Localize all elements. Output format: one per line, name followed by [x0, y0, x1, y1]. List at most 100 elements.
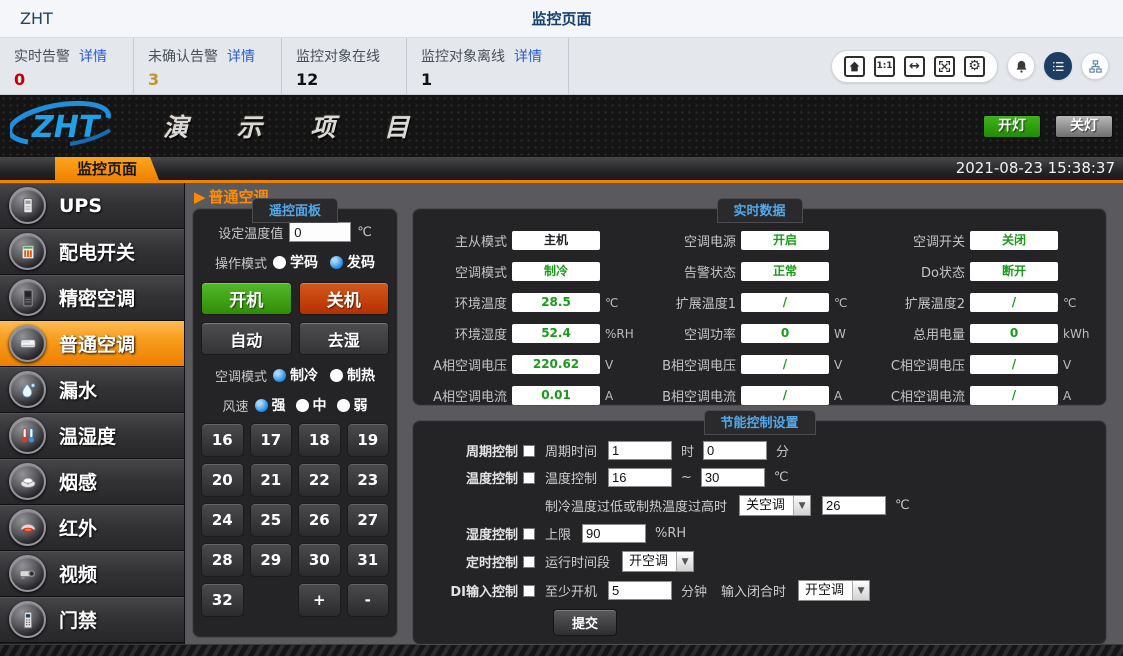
realtime-field: 环境温度 28.5 ℃ — [413, 293, 642, 312]
detail-link[interactable]: 详情 — [79, 46, 107, 66]
keypad-button[interactable]: 21 — [250, 463, 293, 497]
keypad-button[interactable]: 17 — [250, 423, 293, 457]
sidebar-item-normal-ac[interactable]: 普通空调 — [0, 321, 184, 367]
timer-control-row: 定时控制 运行时间段 开空调▼ — [435, 551, 1106, 572]
field-value: 断开 — [970, 262, 1058, 281]
keypad-button[interactable]: 18 — [298, 423, 341, 457]
keypad-button[interactable]: 23 — [347, 463, 390, 497]
humidity-control-checkbox[interactable] — [523, 528, 535, 540]
keypad-button[interactable]: 20 — [201, 463, 244, 497]
keypad-button[interactable]: 22 — [298, 463, 341, 497]
keypad-button[interactable]: 19 — [347, 423, 390, 457]
keypad-button[interactable]: 27 — [347, 503, 390, 537]
keypad-button[interactable]: + — [298, 583, 341, 617]
di-control-checkbox[interactable] — [523, 585, 535, 597]
field-value: / — [970, 355, 1058, 374]
keypad-button[interactable]: 16 — [201, 423, 244, 457]
fan-speed-option[interactable]: 中 — [296, 395, 327, 415]
toolbar-icons: 1:1 ↔ ⚙ — [831, 38, 1109, 94]
keypad-button[interactable]: 25 — [250, 503, 293, 537]
dehumidify-button[interactable]: 去湿 — [299, 322, 390, 355]
di-min-runtime-input[interactable] — [608, 581, 672, 600]
bell-icon[interactable] — [1007, 52, 1035, 80]
keypad-button[interactable]: 29 — [250, 543, 293, 577]
set-temp-input[interactable] — [289, 222, 351, 242]
realtime-field: B相空调电流 / A — [642, 386, 871, 405]
field-value: 关闭 — [970, 231, 1058, 250]
topology-icon[interactable] — [1081, 52, 1109, 80]
keypad-button[interactable]: 30 — [298, 543, 341, 577]
sidebar-item-ups[interactable]: UPS — [0, 183, 184, 229]
fan-speed-option[interactable]: 强 — [255, 395, 286, 415]
fullscreen-icon[interactable] — [934, 56, 955, 77]
field-label: 总用电量 — [871, 324, 965, 343]
temp-high-input[interactable] — [701, 468, 765, 487]
keypad-button[interactable]: 26 — [298, 503, 341, 537]
detail-link[interactable]: 详情 — [514, 46, 542, 66]
field-unit: kWh — [1063, 327, 1089, 341]
ac-mode-row: 空调模式 制冷制热 — [199, 365, 391, 385]
light-off-button[interactable]: 关灯 — [1055, 115, 1113, 138]
field-label: 环境湿度 — [413, 324, 507, 343]
keypad-button[interactable]: 24 — [201, 503, 244, 537]
sidebar-item-water-leak[interactable]: 漏水 — [0, 367, 184, 413]
sidebar-item-infrared[interactable]: 红外 — [0, 505, 184, 551]
stats-bar: 实时告警详情 0 未确认告警详情 3 监控对象在线 12 监控对象离线详情 1 … — [0, 38, 1123, 95]
stat-value: 12 — [296, 70, 380, 89]
sidebar-item-temp-humidity[interactable]: 温湿度 — [0, 413, 184, 459]
op-mode-option[interactable]: 学码 — [273, 252, 318, 272]
power-off-button[interactable]: 关机 — [299, 282, 390, 315]
keypad-button[interactable]: 32 — [201, 583, 244, 617]
radio-icon — [255, 399, 268, 412]
power-on-button[interactable]: 开机 — [201, 282, 292, 315]
energy-control-panel: 节能控制设置 周期控制 周期时间 时 分 温度控制 温度控制 — [412, 420, 1107, 645]
auto-button[interactable]: 自动 — [201, 322, 292, 355]
keypad-button[interactable]: - — [347, 583, 390, 617]
timer-control-checkbox[interactable] — [523, 556, 535, 568]
temp-low-input[interactable] — [608, 468, 672, 487]
home-icon[interactable] — [844, 56, 865, 77]
field-value: 0.01 — [512, 386, 600, 405]
detail-link[interactable]: 详情 — [227, 46, 255, 66]
sidebar-item-power-switch[interactable]: 配电开关 — [0, 229, 184, 275]
field-value: 主机 — [512, 231, 600, 250]
project-title: 演 示 项 目 — [163, 108, 429, 144]
fan-speed-option[interactable]: 弱 — [337, 395, 368, 415]
cycle-hour-input[interactable] — [608, 441, 672, 460]
light-on-button[interactable]: 开灯 — [983, 115, 1041, 138]
humidity-limit-input[interactable] — [582, 524, 646, 543]
one-to-one-icon[interactable]: 1:1 — [874, 56, 895, 77]
field-unit: V — [1063, 358, 1071, 372]
field-label: 扩展温度1 — [642, 293, 736, 312]
ac-mode-option[interactable]: 制热 — [330, 365, 375, 385]
timer-action-select[interactable]: 开空调▼ — [622, 551, 694, 572]
sidebar-item-door-access[interactable]: 门禁 — [0, 597, 184, 643]
sidebar-item-smoke[interactable]: 烟感 — [0, 459, 184, 505]
realtime-field: 空调开关 关闭 — [871, 231, 1100, 250]
video-icon — [9, 555, 46, 592]
cycle-minute-input[interactable] — [703, 441, 767, 460]
realtime-field: 扩展温度2 / ℃ — [871, 293, 1100, 312]
di-action-select[interactable]: 开空调▼ — [798, 580, 870, 601]
settings-icon[interactable]: ⚙ — [964, 56, 985, 77]
temp-overrun-action-select[interactable]: 关空调▼ — [739, 495, 811, 516]
submit-button[interactable]: 提交 — [553, 609, 617, 636]
temp-control-checkbox[interactable] — [523, 472, 535, 484]
stat-value: 1 — [421, 70, 542, 89]
tab-monitor-page[interactable]: 监控页面 — [55, 157, 159, 180]
ac-mode-option[interactable]: 制冷 — [273, 365, 318, 385]
page-title: 监控页面 — [531, 8, 591, 29]
field-label: 主从模式 — [413, 231, 507, 250]
cycle-control-checkbox[interactable] — [523, 445, 535, 457]
keypad-button[interactable]: 31 — [347, 543, 390, 577]
fit-width-icon[interactable]: ↔ — [904, 56, 925, 77]
ups-icon — [9, 187, 46, 224]
op-mode-option[interactable]: 发码 — [330, 252, 375, 272]
sidebar-item-precision-ac[interactable]: 精密空调 — [0, 275, 184, 321]
keypad-button[interactable]: 28 — [201, 543, 244, 577]
precision-ac-icon — [9, 279, 46, 316]
list-menu-icon[interactable] — [1044, 52, 1072, 80]
sidebar-item-video[interactable]: 视频 — [0, 551, 184, 597]
section-arrow-icon: ▶ — [194, 188, 206, 206]
temp-overrun-value-input[interactable] — [822, 496, 886, 515]
